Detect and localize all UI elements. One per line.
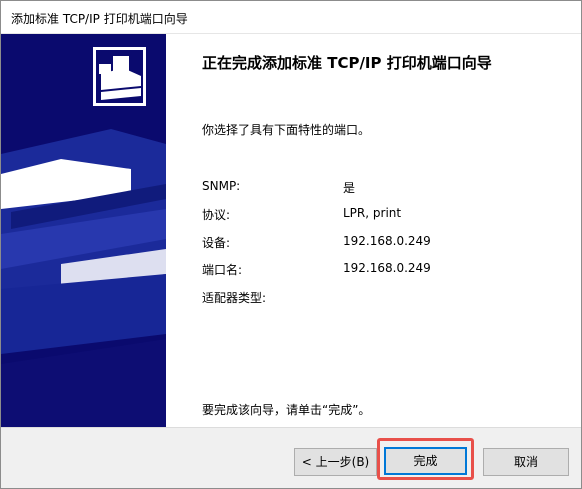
finish-instruction: 要完成该向导，请单击“完成”。 bbox=[202, 403, 371, 417]
property-label: 协议: bbox=[202, 208, 231, 222]
finish-button[interactable]: 完成 bbox=[384, 447, 467, 475]
button-bar: < 上一步(B) 完成 取消 bbox=[1, 427, 581, 488]
property-row-device: 设备: 192.168.0.249 bbox=[202, 234, 562, 250]
property-label: 端口名: bbox=[202, 263, 243, 277]
property-value: 192.168.0.249 bbox=[343, 261, 431, 275]
intro-text: 你选择了具有下面特性的端口。 bbox=[202, 123, 371, 137]
window-title: 添加标准 TCP/IP 打印机端口向导 bbox=[11, 12, 188, 26]
property-value: 192.168.0.249 bbox=[343, 234, 431, 248]
back-button[interactable]: < 上一步(B) bbox=[294, 448, 377, 476]
property-row-port-name: 端口名: 192.168.0.249 bbox=[202, 261, 562, 277]
property-row-protocol: 协议: LPR, print bbox=[202, 206, 562, 222]
property-row-snmp: SNMP: 是 bbox=[202, 179, 562, 195]
printer-graphic bbox=[1, 45, 166, 427]
wizard-window: 添加标准 TCP/IP 打印机端口向导 正在完成添加标准 TCP/IP 打印机端… bbox=[0, 0, 582, 489]
property-label: SNMP: bbox=[202, 179, 241, 193]
property-row-adapter-type: 适配器类型: bbox=[202, 289, 562, 305]
cancel-button[interactable]: 取消 bbox=[483, 448, 569, 476]
title-bar: 添加标准 TCP/IP 打印机端口向导 bbox=[1, 1, 581, 34]
printer-icon bbox=[91, 45, 148, 108]
wizard-content: 正在完成添加标准 TCP/IP 打印机端口向导 你选择了具有下面特性的端口。 S… bbox=[166, 34, 581, 427]
wizard-side-panel bbox=[1, 34, 166, 427]
property-value: LPR, print bbox=[343, 206, 402, 220]
page-title: 正在完成添加标准 TCP/IP 打印机端口向导 bbox=[202, 54, 492, 72]
property-value: 是 bbox=[343, 181, 356, 195]
property-label: 设备: bbox=[202, 236, 231, 250]
property-label: 适配器类型: bbox=[202, 291, 267, 305]
